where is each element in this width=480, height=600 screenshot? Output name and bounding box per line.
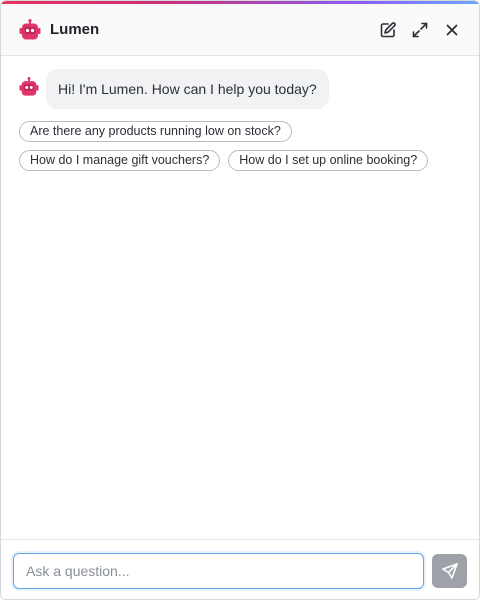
message-list: Hi! I'm Lumen. How can I help you today?… bbox=[1, 57, 479, 539]
close-icon bbox=[446, 24, 458, 35]
header-actions bbox=[377, 19, 463, 41]
bot-message: Hi! I'm Lumen. How can I help you today? bbox=[19, 69, 461, 109]
chat-header: Lumen bbox=[1, 4, 479, 56]
suggestion-chip[interactable]: Are there any products running low on st… bbox=[19, 121, 292, 142]
robot-logo-icon bbox=[19, 18, 41, 41]
chat-window: Lumen Hi! I'm Lumen. How can I help you … bbox=[0, 0, 480, 600]
chat-title: Lumen bbox=[50, 21, 100, 38]
edit-icon bbox=[380, 21, 396, 37]
message-bubble: Hi! I'm Lumen. How can I help you today? bbox=[46, 69, 329, 109]
expand-button[interactable] bbox=[409, 19, 431, 41]
suggestion-chips: Are there any products running low on st… bbox=[19, 121, 459, 171]
send-button[interactable] bbox=[432, 553, 467, 588]
expand-icon bbox=[412, 22, 428, 37]
new-chat-button[interactable] bbox=[377, 19, 399, 41]
suggestion-chip[interactable]: How do I manage gift vouchers? bbox=[19, 150, 221, 171]
composer bbox=[1, 539, 479, 599]
bot-avatar-icon bbox=[19, 77, 39, 97]
suggestion-chip[interactable]: How do I set up online booking? bbox=[228, 150, 429, 171]
close-button[interactable] bbox=[441, 19, 463, 41]
question-input[interactable] bbox=[13, 552, 424, 589]
send-icon bbox=[441, 562, 458, 579]
